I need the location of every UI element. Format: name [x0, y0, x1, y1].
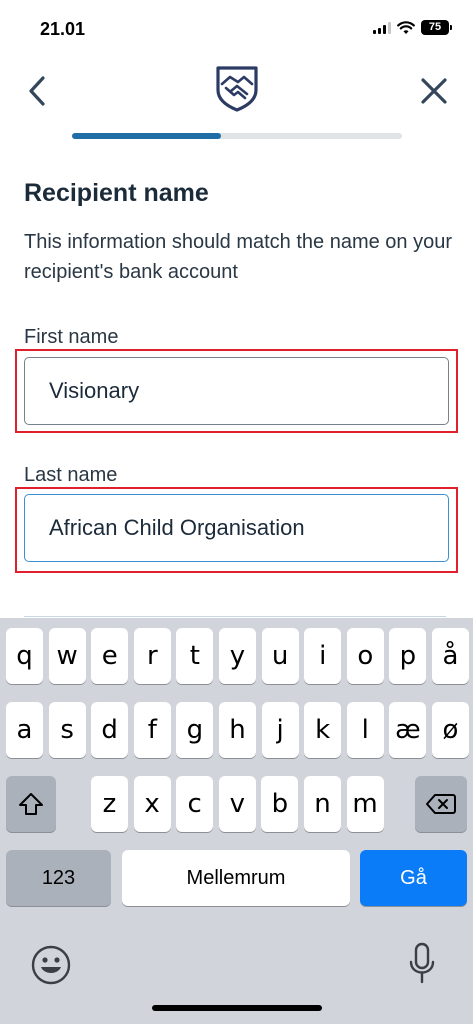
- status-time: 21.01: [40, 19, 86, 39]
- key-j[interactable]: j: [261, 702, 299, 758]
- key-d[interactable]: d: [91, 702, 129, 758]
- go-key[interactable]: Gå: [360, 850, 467, 906]
- status-bar: 21.01 75: [0, 0, 473, 56]
- key-z[interactable]: z: [91, 776, 128, 832]
- first-name-label: First name: [24, 326, 119, 348]
- wifi-icon: [397, 20, 415, 34]
- key-e[interactable]: e: [91, 628, 129, 684]
- key-p[interactable]: p: [389, 628, 427, 684]
- key-x[interactable]: x: [133, 776, 171, 832]
- divider: [24, 616, 446, 617]
- key-r[interactable]: r: [133, 628, 171, 684]
- key-g[interactable]: g: [176, 702, 214, 758]
- backspace-icon: [426, 794, 456, 814]
- last-name-label: Last name: [24, 464, 118, 486]
- key-n[interactable]: n: [304, 776, 341, 832]
- key-o[interactable]: o: [346, 628, 384, 684]
- progress-bar: [72, 133, 402, 139]
- key-ø[interactable]: ø: [432, 702, 469, 758]
- home-indicator: [152, 1005, 322, 1011]
- key-w[interactable]: w: [48, 628, 86, 684]
- key-a[interactable]: a: [6, 702, 43, 758]
- progress-fill: [72, 133, 221, 139]
- first-name-field[interactable]: Visionary: [24, 357, 449, 425]
- chevron-left-icon: [29, 76, 45, 106]
- key-å[interactable]: å: [432, 628, 469, 684]
- key-v[interactable]: v: [218, 776, 256, 832]
- status-indicators: 75: [373, 20, 452, 35]
- key-æ[interactable]: æ: [389, 702, 427, 758]
- close-button[interactable]: [417, 74, 451, 108]
- handshake-shield-icon: [216, 66, 258, 112]
- signal-icon: [373, 21, 391, 34]
- last-name-field[interactable]: African Child Organisation: [24, 494, 449, 562]
- key-t[interactable]: t: [176, 628, 214, 684]
- space-key[interactable]: Mellemrum: [122, 850, 350, 906]
- delete-key[interactable]: [415, 776, 467, 832]
- battery-icon: 75: [421, 20, 452, 35]
- key-l[interactable]: l: [346, 702, 384, 758]
- key-b[interactable]: b: [261, 776, 299, 832]
- microphone-icon[interactable]: [408, 942, 436, 986]
- numbers-key[interactable]: 123: [6, 850, 111, 906]
- key-m[interactable]: m: [346, 776, 384, 832]
- shift-icon: [19, 793, 43, 815]
- keyboard: qwertyuiopå asdfghjklæø zxcvbnm 123 Mell…: [0, 618, 473, 1024]
- emoji-icon[interactable]: [30, 944, 72, 986]
- key-h[interactable]: h: [219, 702, 256, 758]
- key-y[interactable]: y: [219, 628, 256, 684]
- key-u[interactable]: u: [261, 628, 299, 684]
- header: [0, 60, 473, 124]
- back-button[interactable]: [22, 74, 52, 108]
- page-subtitle: This information should match the name o…: [24, 231, 452, 283]
- key-s[interactable]: s: [48, 702, 86, 758]
- key-k[interactable]: k: [304, 702, 342, 758]
- close-icon: [421, 78, 447, 104]
- key-i[interactable]: i: [304, 628, 342, 684]
- key-q[interactable]: q: [6, 628, 43, 684]
- page-title: Recipient name: [24, 179, 209, 207]
- key-f[interactable]: f: [133, 702, 171, 758]
- shift-key[interactable]: [6, 776, 56, 832]
- key-c[interactable]: c: [176, 776, 214, 832]
